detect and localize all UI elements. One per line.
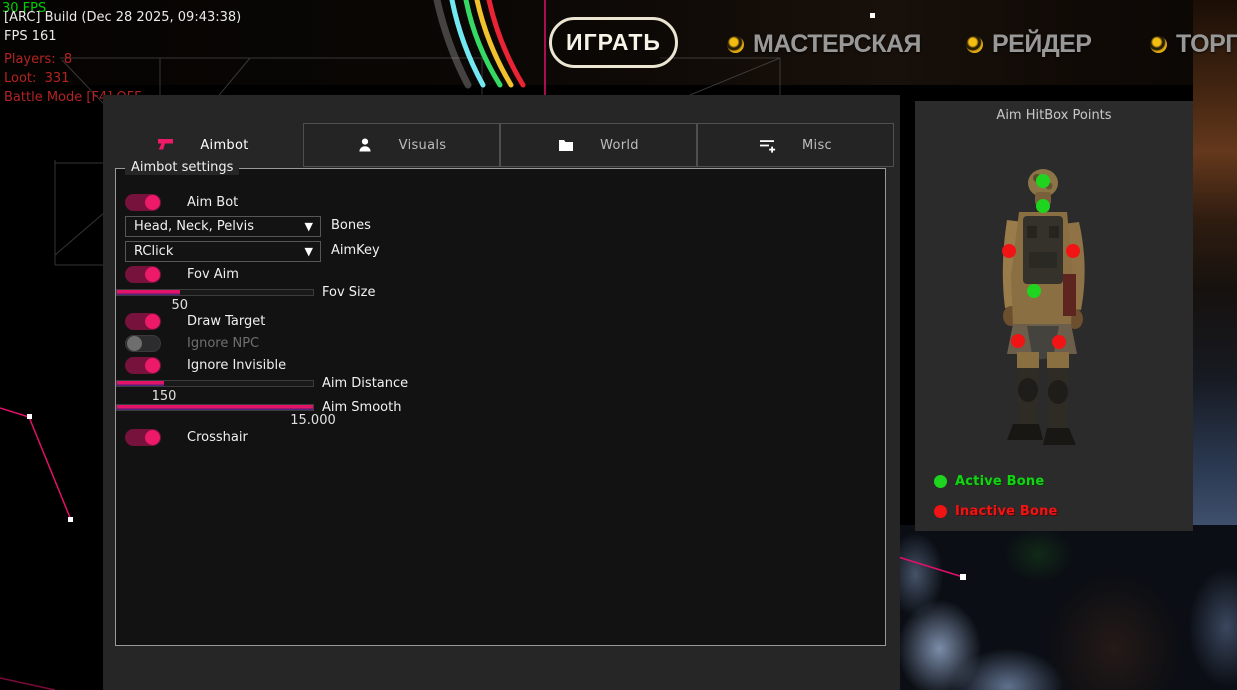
right-leg-hitbox-dot (1052, 335, 1066, 349)
ignore-invisible-label: Ignore Invisible (187, 358, 286, 373)
ignore-invisible-toggle[interactable] (125, 357, 161, 374)
fov-size-slider: 50 Fov Size (116, 289, 314, 296)
players-counter: Players: 8 (4, 52, 72, 67)
tab-label: Misc (802, 138, 832, 153)
inactive-bone-label: Inactive Bone (955, 504, 1058, 519)
aim-bot-toggle[interactable] (125, 194, 161, 211)
fov-aim-toggle[interactable] (125, 266, 161, 283)
slider-fill (117, 290, 180, 295)
aim-distance-slider: 150 Aim Distance (116, 380, 314, 387)
toggle-knob (127, 336, 142, 351)
fps-readout: FPS 161 (4, 29, 57, 44)
white-marker-dot (870, 13, 875, 18)
aimbot-settings-title: Aimbot settings (125, 160, 239, 175)
tab-label: World (600, 138, 639, 153)
active-bone-label: Active Bone (955, 474, 1044, 489)
nav-item-label: РЕЙДЕР (992, 30, 1091, 59)
tab-label: Aimbot (200, 138, 248, 153)
toggle-knob (145, 267, 160, 282)
aimkey-row: RClick ▼ AimKey (125, 241, 545, 262)
nav-play-label: ИГРАТЬ (566, 29, 661, 56)
build-info: [ARC] Build (Dec 28 2025, 09:43:38) (4, 10, 241, 25)
nav-play-button[interactable]: ИГРАТЬ (549, 17, 678, 68)
left-leg-hitbox-dot (1011, 334, 1025, 348)
aim-distance-label: Aim Distance (322, 376, 408, 391)
aimbot-settings-group: Aimbot settings Aim Bot Head, Neck, Pelv… (115, 168, 886, 646)
aim-smooth-slider: 15.000 Aim Smooth (116, 404, 314, 411)
aim-bot-label: Aim Bot (187, 195, 238, 210)
tab-label: Visuals (399, 138, 447, 153)
pelvis-hitbox-dot (1027, 284, 1041, 298)
coin-icon (1150, 36, 1167, 53)
left-arm-hitbox-dot (1002, 244, 1016, 258)
toggle-knob (145, 314, 160, 329)
aim-distance-track[interactable]: 150 (116, 380, 314, 387)
legend-active-bone: Active Bone (934, 474, 1044, 489)
fov-size-label: Fov Size (322, 285, 375, 300)
tab-misc[interactable]: Misc (697, 123, 894, 167)
toggle-knob (145, 358, 160, 373)
bones-row: Head, Neck, Pelvis ▼ Bones (125, 216, 545, 237)
tab-visuals[interactable]: Visuals (303, 123, 500, 167)
aimkey-label: AimKey (331, 243, 380, 258)
bones-label: Bones (331, 218, 371, 233)
hitbox-panel-title: Aim HitBox Points (915, 108, 1193, 123)
slider-fill (117, 381, 164, 386)
nav-item-trader[interactable]: ТОРГО (1150, 28, 1237, 60)
folder-icon (558, 138, 574, 152)
fov-aim-label: Fov Aim (187, 267, 239, 282)
aim-hitbox-panel: Aim HitBox Points (915, 101, 1193, 531)
neck-hitbox-dot (1036, 199, 1050, 213)
ignore-invisible-row: Ignore Invisible (125, 357, 286, 374)
ignore-npc-row: Ignore NPC (125, 335, 259, 352)
ignore-npc-toggle[interactable] (125, 335, 161, 352)
nav-item-label: МАСТЕРСКАЯ (753, 30, 921, 59)
nav-item-raider[interactable]: РЕЙДЕР (966, 28, 1091, 60)
draw-target-row: Draw Target (125, 313, 265, 330)
chevron-down-icon: ▼ (305, 220, 313, 233)
fov-size-track[interactable]: 50 (116, 289, 314, 296)
aim-smooth-track[interactable]: 15.000 (116, 404, 314, 411)
list-add-icon (759, 138, 776, 153)
legend-inactive-bone: Inactive Bone (934, 504, 1058, 519)
aimkey-dropdown[interactable]: RClick ▼ (125, 241, 321, 262)
right-arm-hitbox-dot (1066, 244, 1080, 258)
bones-dropdown-value: Head, Neck, Pelvis (134, 219, 254, 234)
nav-item-label: ТОРГО (1176, 30, 1237, 59)
fov-aim-row: Fov Aim (125, 266, 239, 283)
game-screen: ИГРАТЬ МАСТЕРСКАЯ РЕЙДЕР ТОРГО 30 FPS [A… (0, 0, 1237, 690)
aim-smooth-label: Aim Smooth (322, 400, 401, 415)
coin-icon (966, 36, 983, 53)
draw-target-label: Draw Target (187, 314, 265, 329)
draw-target-toggle[interactable] (125, 313, 161, 330)
aim-bot-row: Aim Bot (125, 194, 238, 211)
cheat-menu-panel: Aimbot Visuals World (103, 95, 900, 690)
tab-world[interactable]: World (500, 123, 697, 167)
loot-counter: Loot: 331 (4, 71, 69, 86)
inactive-bone-dot-icon (934, 505, 947, 518)
crosshair-label: Crosshair (187, 430, 248, 445)
pistol-icon (157, 138, 174, 153)
fov-size-value: 50 (171, 298, 188, 313)
toggle-knob (145, 195, 160, 210)
crosshair-toggle[interactable] (125, 429, 161, 446)
coin-icon (727, 36, 744, 53)
aim-distance-value: 150 (152, 389, 177, 404)
crosshair-row: Crosshair (125, 429, 248, 446)
aim-smooth-value: 15.000 (290, 413, 336, 428)
ignore-npc-label: Ignore NPC (187, 336, 259, 351)
aimkey-dropdown-value: RClick (134, 244, 173, 259)
toggle-knob (145, 430, 160, 445)
bones-dropdown[interactable]: Head, Neck, Pelvis ▼ (125, 216, 321, 237)
head-hitbox-dot (1036, 174, 1050, 188)
chevron-down-icon: ▼ (305, 245, 313, 258)
active-bone-dot-icon (934, 475, 947, 488)
slider-fill (117, 405, 313, 410)
nav-item-workshop[interactable]: МАСТЕРСКАЯ (727, 28, 921, 60)
person-icon (357, 137, 373, 153)
